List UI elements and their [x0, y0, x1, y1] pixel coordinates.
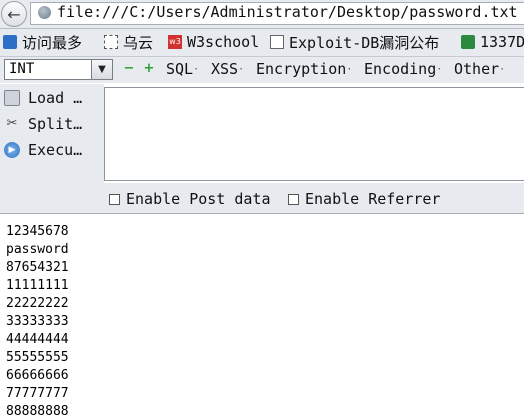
text-line: 55555555	[6, 350, 69, 365]
menu-label: SQL	[166, 60, 194, 78]
hackbar-side-panel: Load … ✂ Split… ▶ Execu…	[0, 84, 104, 214]
text-line: 66666666	[6, 368, 69, 383]
skull-icon	[461, 35, 475, 49]
url-text[interactable]: file:///C:/Users/Administrator/Desktop/p…	[57, 3, 518, 21]
menu-xss[interactable]: XSS·	[211, 60, 244, 78]
load-url-button[interactable]: Load …	[4, 87, 82, 109]
increase-button[interactable]: +	[143, 62, 155, 75]
bookmark-label: 乌云	[123, 33, 154, 52]
execute-label: Execu…	[28, 141, 83, 159]
text-line: 77777777	[6, 386, 69, 401]
back-button[interactable]: ←	[1, 1, 27, 27]
text-line: 33333333	[6, 314, 69, 329]
checkbox-box[interactable]	[288, 193, 299, 205]
page-icon	[270, 35, 284, 49]
menu-label: Other	[454, 60, 500, 78]
bookmark-label: Exploit-DB漏洞公布	[289, 33, 440, 52]
text-line: password	[6, 242, 69, 257]
menu-sql[interactable]: SQL·	[166, 60, 199, 78]
text-line: 12345678	[6, 224, 69, 239]
bookmarks-bar: 访问最多 乌云 w3 W3school Exploit-DB漏洞公布 1337D	[0, 29, 524, 57]
content-divider	[0, 213, 524, 214]
w3-icon: w3	[168, 35, 182, 49]
bookmark-1337day[interactable]: 1337D	[461, 32, 524, 52]
enable-referrer-checkbox[interactable]: Enable Referrer	[288, 190, 440, 208]
page-content: 12345678 password 87654321 11111111 2222…	[6, 223, 516, 420]
menu-label: Encryption	[256, 60, 347, 78]
load-url-label: Load …	[28, 89, 83, 107]
text-line: 44444444	[6, 332, 69, 347]
text-line: 88888888	[6, 404, 69, 419]
browser-window: ← file:///C:/Users/Administrator/Desktop…	[0, 0, 524, 420]
text-line: 11111111	[6, 278, 69, 293]
scissors-icon: ✂	[6, 116, 18, 131]
load-url-icon	[4, 90, 20, 106]
bookmark-wooyun[interactable]: 乌云	[104, 32, 153, 52]
menu-encryption[interactable]: Encryption·	[256, 60, 352, 78]
bookmark-w3school[interactable]: w3 W3school	[168, 32, 259, 52]
checkbox-box[interactable]	[109, 193, 120, 205]
hackbar-url-textarea[interactable]	[104, 87, 524, 181]
hackbar-options: Enable Post data Enable Referrer	[104, 183, 524, 213]
bookmark-most-visited[interactable]: 访问最多	[3, 32, 82, 52]
enable-post-data-label: Enable Post data	[126, 190, 271, 208]
dashed-box-icon	[104, 35, 118, 49]
type-select-value: INT	[9, 61, 35, 77]
enable-referrer-label: Enable Referrer	[305, 190, 441, 208]
address-bar: ← file:///C:/Users/Administrator/Desktop…	[0, 0, 524, 29]
menu-label: XSS	[211, 60, 239, 78]
hackbar-toolbar: INT ▼ − + SQL· XSS· Encryption· Encoding…	[0, 57, 524, 83]
split-url-button[interactable]: ✂ Split…	[4, 113, 83, 135]
decrease-button[interactable]: −	[123, 62, 135, 75]
type-select[interactable]: INT ▼	[4, 59, 113, 80]
back-arrow-icon: ←	[7, 4, 21, 24]
bookmark-label: 访问最多	[22, 33, 83, 52]
menu-label: Encoding	[364, 60, 437, 78]
chevron-down-icon[interactable]: ▼	[91, 60, 112, 79]
split-url-label: Split…	[28, 115, 83, 133]
menu-encoding[interactable]: Encoding·	[364, 60, 442, 78]
text-line: 87654321	[6, 260, 69, 275]
bookmark-label: W3school	[187, 33, 260, 51]
play-icon: ▶	[4, 142, 20, 158]
enable-post-data-checkbox[interactable]: Enable Post data	[109, 190, 271, 208]
globe-icon	[38, 6, 51, 19]
bookmark-label: 1337D	[480, 33, 524, 51]
search-icon	[3, 35, 17, 49]
text-line: 22222222	[6, 296, 69, 311]
execute-button[interactable]: ▶ Execu…	[4, 139, 82, 161]
bookmark-exploit-db[interactable]: Exploit-DB漏洞公布	[270, 32, 439, 52]
menu-other[interactable]: Other·	[454, 60, 505, 78]
